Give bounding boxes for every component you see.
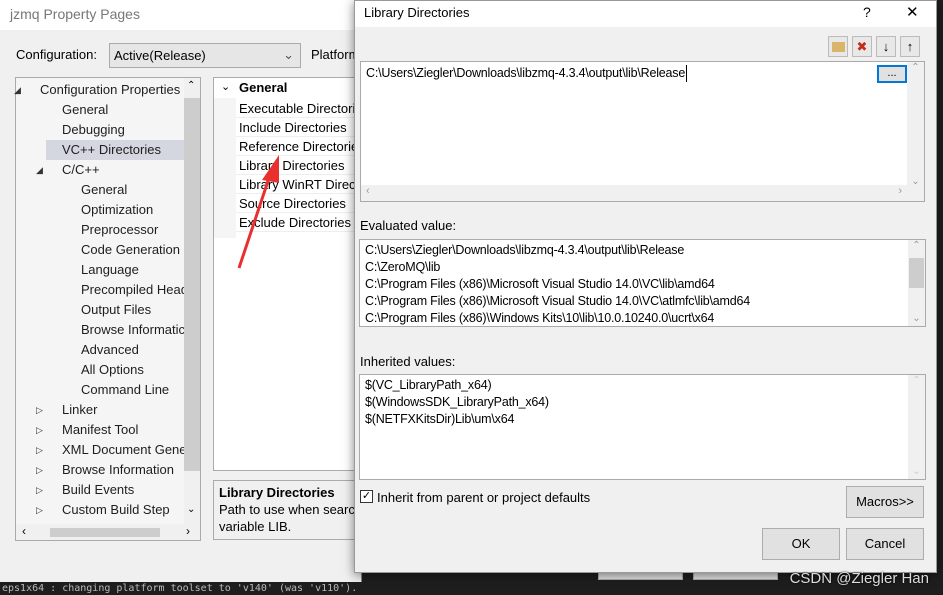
move-down-button[interactable]: ↓ (876, 36, 896, 57)
scroll-up-icon[interactable]: ⌃ (907, 62, 924, 73)
library-directories-dialog: Library Directories ? ✕ ✖ ↓ ↑ C:\Users\Z… (354, 0, 937, 573)
directories-edit-list[interactable]: C:\Users\Ziegler\Downloads\libzmq-4.3.4\… (360, 61, 925, 202)
scroll-up-icon[interactable]: ⌃ (908, 240, 925, 251)
help-button[interactable]: ? (863, 4, 871, 20)
directory-entry-input[interactable]: C:\Users\Ziegler\Downloads\libzmq-4.3.4\… (366, 65, 688, 82)
watermark: CSDN @Ziegler Han (789, 570, 929, 587)
delete-line-button[interactable]: ✖ (852, 36, 872, 57)
inherited-scrollbar[interactable]: ⌃ ⌄ (908, 375, 925, 479)
inherited-values-box: $(VC_LibraryPath_x64) $(WindowsSDK_Librar… (359, 374, 926, 480)
scroll-down-icon[interactable]: ⌄ (907, 176, 924, 187)
ok-button[interactable]: OK (762, 528, 840, 560)
cancel-button[interactable]: Cancel (846, 528, 924, 560)
new-line-button[interactable] (828, 36, 848, 57)
dialog-title: Library Directories (355, 1, 936, 27)
inherited-line: $(NETFXKitsDir)Lib\um\x64 (365, 412, 515, 426)
close-button[interactable]: ✕ (906, 3, 919, 21)
macros-button[interactable]: Macros>> (846, 486, 924, 518)
evaluated-value-box: C:\Users\Ziegler\Downloads\libzmq-4.3.4\… (359, 239, 926, 327)
arrow-down-icon: ↓ (882, 39, 890, 54)
inherited-line: $(VC_LibraryPath_x64) (365, 378, 492, 392)
arrow-up-icon: ↑ (906, 39, 914, 54)
edit-list-hscrollbar[interactable]: ‹ › (361, 185, 907, 201)
delete-icon: ✖ (856, 39, 868, 54)
scroll-down-icon[interactable]: ⌄ (908, 313, 925, 324)
evaluated-line: C:\Users\Ziegler\Downloads\libzmq-4.3.4\… (365, 243, 685, 257)
browse-button[interactable]: ... (877, 65, 907, 83)
evaluated-line: C:\Program Files (x86)\Windows Kits\10\l… (365, 311, 715, 325)
evaluated-line: C:\Program Files (x86)\Microsoft Visual … (365, 294, 751, 308)
inherit-checkbox-label[interactable]: Inherit from parent or project defaults (377, 490, 590, 505)
new-folder-icon (831, 42, 845, 52)
evaluated-line: C:\Program Files (x86)\Microsoft Visual … (365, 277, 715, 291)
evaluated-scroll-thumb[interactable] (909, 258, 924, 288)
inherit-checkbox[interactable]: ✓ (360, 490, 373, 503)
checkmark-icon: ✓ (361, 490, 372, 502)
evaluated-label: Evaluated value: (360, 218, 457, 233)
move-up-button[interactable]: ↑ (900, 36, 920, 57)
inherited-line: $(WindowsSDK_LibraryPath_x64) (365, 395, 549, 409)
evaluated-scrollbar[interactable]: ⌃ ⌄ (908, 240, 925, 326)
edit-list-scrollbar[interactable]: ⌃ ⌄ (907, 62, 924, 201)
inherited-label: Inherited values: (360, 354, 456, 369)
evaluated-line: C:\ZeroMQ\lib (365, 260, 441, 274)
